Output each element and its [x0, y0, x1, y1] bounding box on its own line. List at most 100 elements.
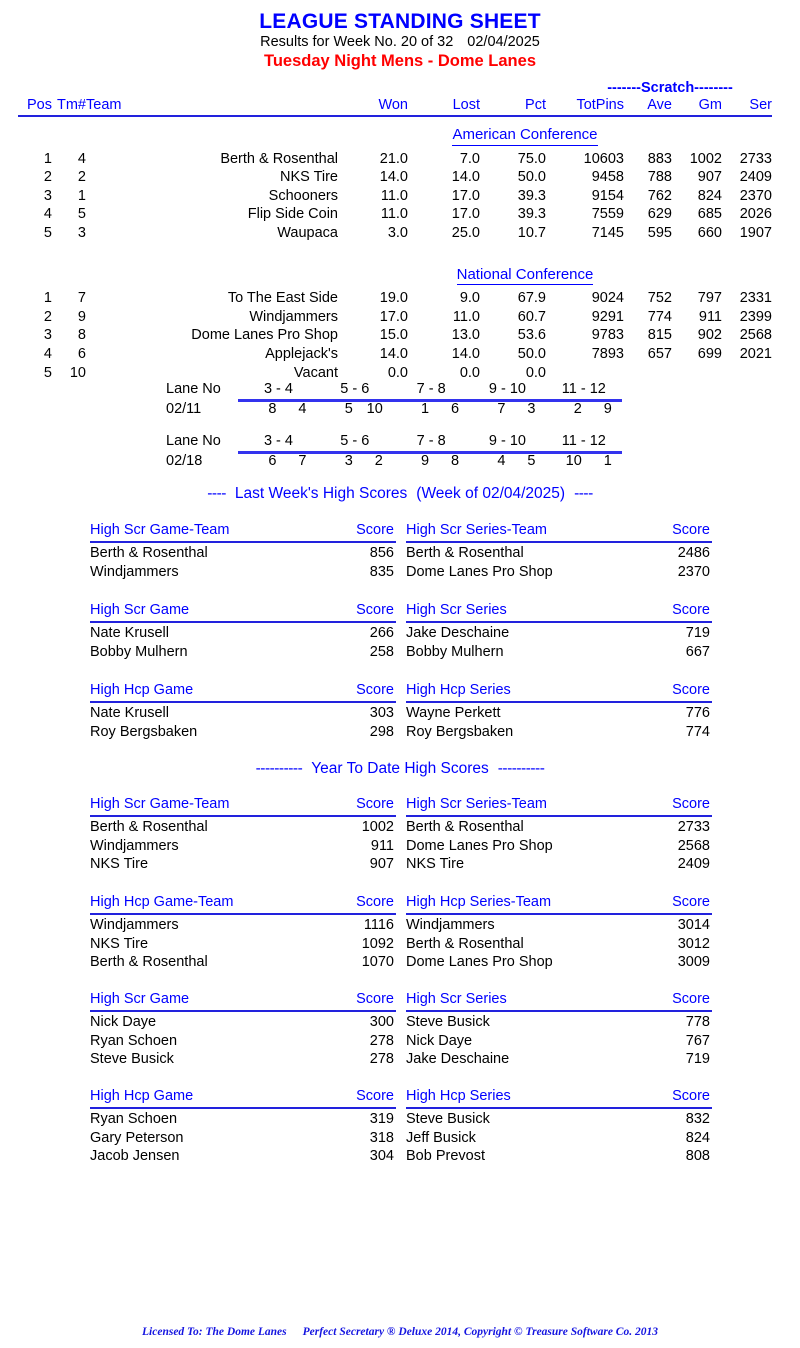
high-score-table-left: High Hcp Game-Team Score Windjammers 1116 NK… [90, 893, 396, 972]
entry-score: 3014 [677, 917, 710, 933]
entry-name: NKS Tire [406, 856, 465, 873]
entry-score: 2409 [677, 856, 710, 873]
lane-matchup-row: 02/18 6 7 3 2 9 8 4 5 10 1 [166, 451, 622, 471]
cell-team: NKS Tire [279, 169, 338, 186]
entry-score: 304 [369, 1148, 394, 1165]
entry-score: 719 [685, 625, 710, 641]
score-column-label: Score [356, 991, 394, 1007]
score-column-label: Score [672, 894, 710, 910]
lane-matchup: 45 [469, 451, 545, 471]
cell-tm: 1 [77, 187, 86, 204]
cell-totpins: 9154 [591, 187, 624, 204]
entry-score: 808 [685, 1148, 710, 1165]
score-column-label: Score [672, 682, 710, 698]
entry-score: 907 [369, 856, 394, 873]
high-score-rows: Nick Daye 300 Ryan Schoen 278 Steve Busick 27… [90, 1012, 396, 1069]
entry-name: Berth & Rosenthal [406, 819, 524, 835]
results-week-text: Results for Week No. 20 of 32 [260, 34, 454, 50]
high-score-title: High Scr Game-Team [90, 522, 230, 538]
high-score-rows: Jake Deschaine 719 Bobby Mulhern 667 [406, 623, 712, 661]
col-lost: Lost [452, 97, 480, 113]
lane-header-row: Lane No 3 - 4 5 - 6 7 - 8 9 - 10 11 - 12 [166, 379, 622, 399]
list-item: Steve Busick 278 [90, 1050, 396, 1069]
cell-tm: 3 [77, 224, 86, 241]
entry-score: 3012 [677, 935, 710, 952]
list-item: Roy Bergsbaken 774 [406, 723, 712, 742]
high-score-table-right: High Hcp Series Score Wayne Perkett 776 Roy … [406, 681, 712, 741]
list-item: Windjammers 3014 [406, 916, 712, 935]
entry-score: 298 [369, 723, 394, 740]
cell-ave: 774 [647, 308, 672, 325]
cell-won: 11.0 [380, 206, 408, 223]
high-score-title: High Hcp Game [90, 682, 194, 698]
spacer-row [18, 243, 772, 257]
table-row: 3 8 Dome Lanes Pro Shop 15.0 13.0 53.6 9783 815… [18, 326, 772, 345]
high-score-header: High Hcp Game Score [90, 681, 396, 703]
cell-team: To The East Side [227, 290, 338, 307]
entry-name: Roy Bergsbaken [406, 723, 514, 740]
entry-name: Steve Busick [90, 1051, 174, 1068]
cell-totpins: 9458 [591, 169, 624, 186]
entry-name: Bobby Mulhern [90, 643, 188, 660]
list-item: Berth & Rosenthal 3012 [406, 935, 712, 954]
list-item: Berth & Rosenthal 856 [90, 544, 396, 563]
col-totpins: TotPins [576, 97, 624, 113]
list-item: Jake Deschaine 719 [406, 1050, 712, 1069]
cell-lost: 14.0 [451, 169, 480, 186]
high-score-table-left: High Hcp Game Score Ryan Schoen 319 Gary Pet… [90, 1087, 396, 1166]
entry-score: 1002 [361, 819, 394, 835]
entry-score: 767 [685, 1032, 710, 1049]
list-item: Windjammers 911 [90, 837, 396, 856]
standings-header-row: Pos Tm# Team Won Lost Pct TotPins Ave Gm… [18, 97, 772, 116]
team-number: 6 [268, 453, 277, 469]
footer-licensed-to: Licensed To: The Dome Lanes [142, 1326, 287, 1338]
cell-pos: 2 [43, 169, 52, 186]
score-column-label: Score [672, 1088, 710, 1104]
cell-pct: 39.3 [517, 206, 546, 223]
cell-won: 17.0 [379, 308, 408, 325]
league-name: Tuesday Night Mens - Dome Lanes [264, 52, 536, 70]
high-score-title: High Scr Series-Team [406, 796, 548, 812]
list-item: Gary Peterson 318 [90, 1129, 396, 1148]
cell-pos: 5 [43, 224, 52, 241]
cell-team: Dome Lanes Pro Shop [191, 327, 338, 344]
cell-lost: 17.0 [451, 206, 480, 223]
high-score-header: High Hcp Game Score [90, 1087, 396, 1109]
cell-totpins: 7559 [591, 206, 624, 223]
entry-name: Berth & Rosenthal [406, 545, 524, 561]
table-row: 1 4 Berth & Rosenthal 21.0 7.0 75.0 10603 883 10… [18, 150, 772, 169]
list-item: Dome Lanes Pro Shop 3009 [406, 953, 712, 972]
high-score-title: High Scr Game-Team [90, 796, 230, 812]
col-gm: Gm [698, 97, 722, 113]
cell-ave: 883 [647, 150, 672, 167]
cell-gm: 1002 [689, 150, 722, 167]
high-score-header: High Hcp Series-Team Score [406, 893, 712, 915]
high-score-rows: Berth & Rosenthal 2486 Dome Lanes Pro Shop… [406, 543, 712, 581]
list-item: Jeff Busick 824 [406, 1129, 712, 1148]
cell-ser: 2399 [739, 308, 772, 325]
cell-lost: 9.0 [459, 290, 480, 307]
lane-matchup: 73 [469, 399, 545, 419]
cell-pct: 50.0 [517, 345, 546, 362]
team-number: 7 [497, 401, 506, 417]
entry-score: 2568 [677, 837, 710, 854]
score-column-label: Score [356, 894, 394, 910]
entry-name: NKS Tire [90, 856, 149, 873]
team-number: 8 [268, 401, 277, 417]
cell-tm: 5 [77, 206, 86, 223]
col-pct: Pct [525, 97, 546, 113]
entry-score: 835 [369, 563, 394, 580]
cell-totpins: 7893 [591, 345, 624, 362]
list-item: Nate Krusell 266 [90, 624, 396, 643]
cell-won: 3.0 [387, 224, 408, 241]
list-item: NKS Tire 1092 [90, 935, 396, 954]
heading-dash-left: ---------- [255, 760, 303, 777]
lane-header-row: Lane No 3 - 4 5 - 6 7 - 8 9 - 10 11 - 12 [166, 431, 622, 451]
high-score-table-right: High Scr Series-Team Score Berth & Rosenth… [406, 521, 712, 581]
cell-lost: 14.0 [451, 345, 480, 362]
cell-totpins: 9783 [591, 327, 624, 344]
entry-name: Nate Krusell [90, 625, 169, 641]
cell-pct: 50.0 [517, 169, 546, 186]
list-item: NKS Tire 907 [90, 855, 396, 874]
entry-name: Dome Lanes Pro Shop [406, 837, 553, 854]
